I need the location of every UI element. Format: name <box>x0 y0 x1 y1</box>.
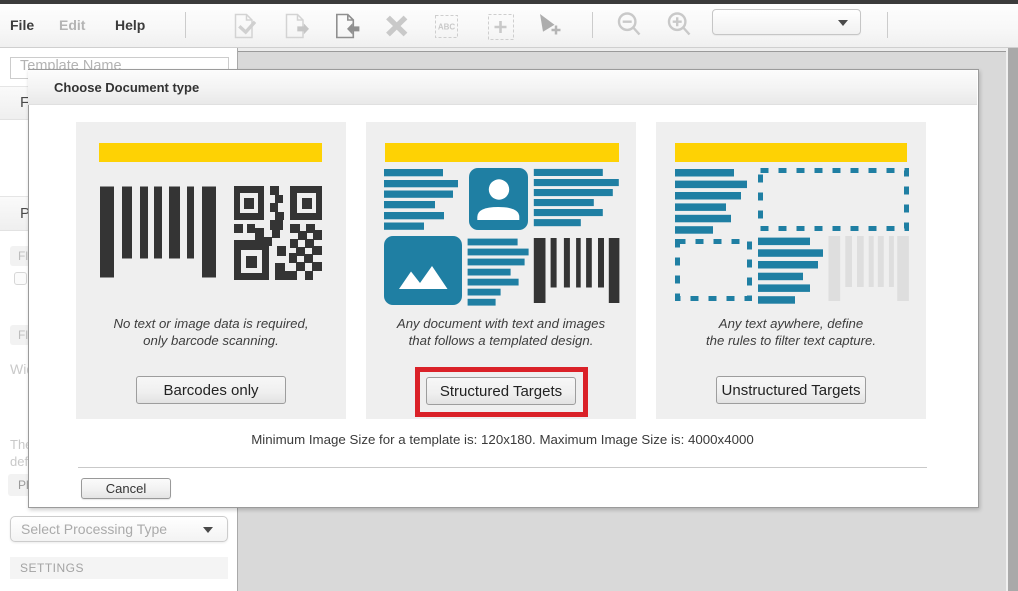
svg-text:ABC: ABC <box>438 23 456 32</box>
